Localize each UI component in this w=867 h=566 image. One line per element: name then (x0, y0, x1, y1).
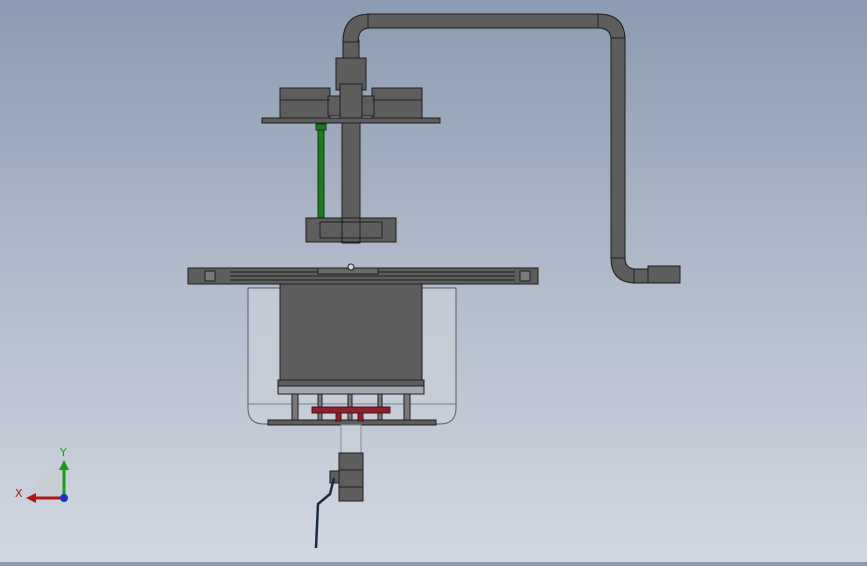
y-axis-label: Y (59, 446, 67, 459)
z-axis-dot-icon (60, 494, 68, 502)
y-axis-arrow-icon (59, 460, 69, 470)
x-axis-label: X (15, 487, 23, 500)
central-shaft[interactable] (335, 57, 367, 244)
drain-pipe[interactable] (340, 424, 362, 454)
model-view[interactable]: Y X (0, 0, 867, 562)
triad-arc (28, 467, 66, 497)
overhead-pipe[interactable] (342, 13, 681, 284)
tee-fitting[interactable] (305, 217, 397, 243)
tank-flange[interactable] (187, 263, 539, 285)
inner-cylinder[interactable] (277, 283, 425, 387)
ball-valve[interactable] (329, 452, 364, 502)
valve-handle[interactable] (314, 477, 336, 549)
graphics-viewport[interactable]: Y X (0, 0, 867, 562)
reference-triad: Y X (15, 446, 69, 503)
guide-rod[interactable] (315, 123, 327, 221)
